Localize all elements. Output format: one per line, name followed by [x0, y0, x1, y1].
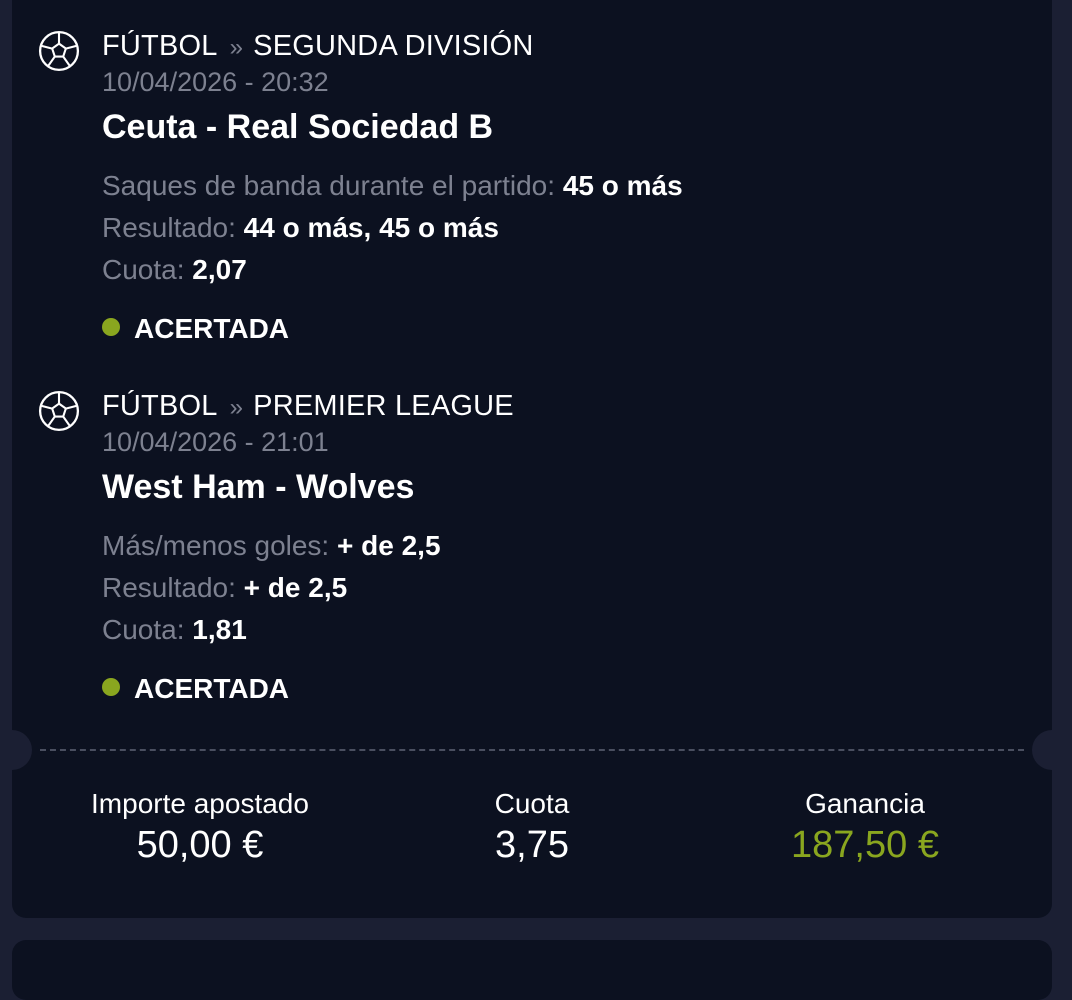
odds-row: Cuota: 2,07 [102, 254, 247, 286]
status-badge: ACERTADA [102, 313, 289, 345]
sport-label: FÚTBOL [102, 390, 218, 422]
market-row: Saques de banda durante el partido: 45 o… [102, 170, 683, 202]
result-label: Resultado: [102, 212, 236, 243]
market-label: Más/menos goles: [102, 530, 330, 561]
result-row: Resultado: 44 o más, 45 o más [102, 212, 499, 244]
odds-value: 1,81 [192, 614, 247, 645]
match-title: Ceuta - Real Sociedad B [102, 108, 494, 146]
winnings-summary: Ganancia 187,50 € [715, 788, 1015, 867]
sport-league-path: FÚTBOL » SEGUNDA DIVISIÓN [102, 30, 534, 63]
soccer-ball-icon [38, 390, 80, 432]
league-label: PREMIER LEAGUE [253, 390, 514, 422]
bet-slip-card: FÚTBOL » SEGUNDA DIVISIÓN 10/04/2026 - 20:… [12, 0, 1052, 918]
market-value: + de 2,5 [337, 530, 441, 561]
result-label: Resultado: [102, 572, 236, 603]
stake-value: 50,00 € [136, 824, 264, 866]
sport-label: FÚTBOL [102, 30, 218, 62]
event-datetime: 10/04/2026 - 21:01 [102, 427, 329, 457]
market-value: 45 o más [562, 170, 683, 201]
total-odds-value: 3,75 [495, 824, 569, 866]
status-dot-icon [102, 318, 120, 336]
soccer-ball-icon [38, 30, 80, 72]
status-badge: ACERTADA [102, 673, 289, 705]
breadcrumb-separator-icon: » [229, 34, 244, 61]
stake-summary: Importe apostado 50,00 € [50, 788, 350, 867]
status-label: ACERTADA [134, 673, 290, 704]
status-dot-icon [102, 678, 120, 696]
ticket-notch-right [1032, 730, 1052, 770]
market-row: Más/menos goles: + de 2,5 [102, 530, 441, 562]
bet-selection: FÚTBOL » SEGUNDA DIVISIÓN 10/04/2026 - 20:… [12, 0, 1052, 360]
winnings-label: Ganancia [805, 788, 925, 819]
ticket-notch-left [12, 730, 32, 770]
bet-selection: FÚTBOL » PREMIER LEAGUE 10/04/2026 - 21:01… [12, 360, 1052, 720]
result-row: Resultado: + de 2,5 [102, 572, 347, 604]
dashed-divider [40, 749, 1024, 751]
odds-label: Cuota: [102, 254, 185, 285]
result-value: 44 o más, 45 o más [243, 212, 499, 243]
odds-value: 2,07 [192, 254, 247, 285]
breadcrumb-separator-icon: » [229, 394, 244, 421]
stake-label: Importe apostado [91, 788, 309, 819]
odds-row: Cuota: 1,81 [102, 614, 247, 646]
next-bet-card[interactable] [12, 940, 1052, 1000]
sport-league-path: FÚTBOL » PREMIER LEAGUE [102, 390, 514, 423]
total-odds-label: Cuota [494, 788, 570, 819]
result-value: + de 2,5 [243, 572, 348, 603]
winnings-value: 187,50 € [791, 824, 939, 866]
match-title: West Ham - Wolves [102, 468, 415, 506]
market-label: Saques de banda durante el partido: [102, 170, 556, 201]
odds-label: Cuota: [102, 614, 185, 645]
status-label: ACERTADA [134, 313, 290, 344]
event-datetime: 10/04/2026 - 20:32 [102, 67, 329, 97]
total-odds-summary: Cuota 3,75 [382, 788, 682, 867]
league-label: SEGUNDA DIVISIÓN [253, 30, 534, 62]
